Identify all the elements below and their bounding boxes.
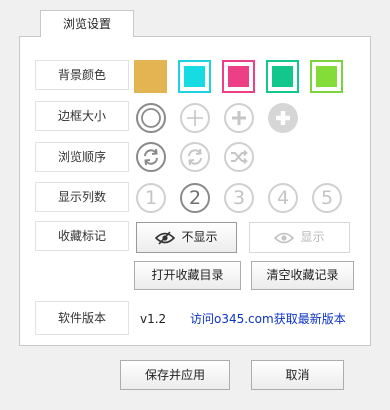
hide-marker-button[interactable]: 不显示	[136, 222, 237, 253]
tab-browse-settings[interactable]: 浏览设置	[40, 10, 134, 37]
save-apply-button[interactable]: 保存并应用	[120, 360, 230, 390]
swatch-gold[interactable]	[134, 60, 167, 93]
version-value: v1.2	[140, 312, 167, 326]
columns-option-1[interactable]: 1	[136, 183, 166, 213]
get-latest-version-link[interactable]: 访问o345.com获取最新版本	[190, 311, 346, 327]
swatch-pink[interactable]	[222, 60, 255, 93]
bg-color-label: 背景颜色	[35, 60, 129, 90]
order-sequential-option[interactable]	[180, 142, 210, 172]
bookmark-mark-label: 收藏标记	[35, 221, 129, 251]
empty-circle-icon	[141, 108, 161, 128]
columns-option-5-text: 5	[320, 186, 334, 209]
loop-icon	[144, 148, 158, 166]
eye-icon	[274, 232, 295, 243]
columns-option-3[interactable]: 3	[224, 183, 254, 213]
border-size-thin-option[interactable]	[180, 103, 210, 133]
border-size-medium-option[interactable]	[224, 103, 254, 133]
border-size-label: 边框大小	[35, 101, 129, 131]
columns-option-4-text: 4	[276, 186, 290, 209]
repeat-icon	[188, 148, 202, 166]
columns-option-1-text: 1	[144, 186, 158, 209]
columns-option-2[interactable]: 2	[180, 183, 210, 213]
cancel-button[interactable]: 取消	[251, 360, 344, 390]
swatch-lime[interactable]	[310, 60, 343, 93]
swatch-green[interactable]	[266, 60, 299, 93]
swatch-cyan[interactable]	[178, 60, 211, 93]
plus-medium-icon	[232, 111, 246, 125]
order-shuffle-option[interactable]	[224, 142, 254, 172]
plus-thick-icon	[276, 111, 290, 125]
open-bookmark-folder-button[interactable]: 打开收藏目录	[134, 261, 241, 290]
eye-off-icon	[155, 230, 176, 245]
border-size-thick-option[interactable]	[268, 103, 298, 133]
hide-marker-label: 不显示	[181, 230, 218, 244]
columns-option-5[interactable]: 5	[312, 183, 342, 213]
columns-label: 显示列数	[35, 182, 129, 212]
clear-bookmark-records-button[interactable]: 清空收藏记录	[251, 261, 354, 290]
browse-order-label: 浏览顺序	[35, 142, 129, 172]
show-marker-button[interactable]: 显示	[249, 222, 350, 253]
columns-option-3-text: 3	[232, 186, 246, 209]
order-loop-option[interactable]	[136, 142, 166, 172]
columns-option-4[interactable]: 4	[268, 183, 298, 213]
shuffle-icon	[231, 149, 248, 165]
show-marker-label: 显示	[300, 230, 325, 244]
border-size-none-option[interactable]	[136, 103, 166, 133]
plus-thin-icon	[187, 110, 203, 126]
columns-option-2-text: 2	[188, 186, 202, 209]
version-label: 软件版本	[35, 301, 129, 335]
